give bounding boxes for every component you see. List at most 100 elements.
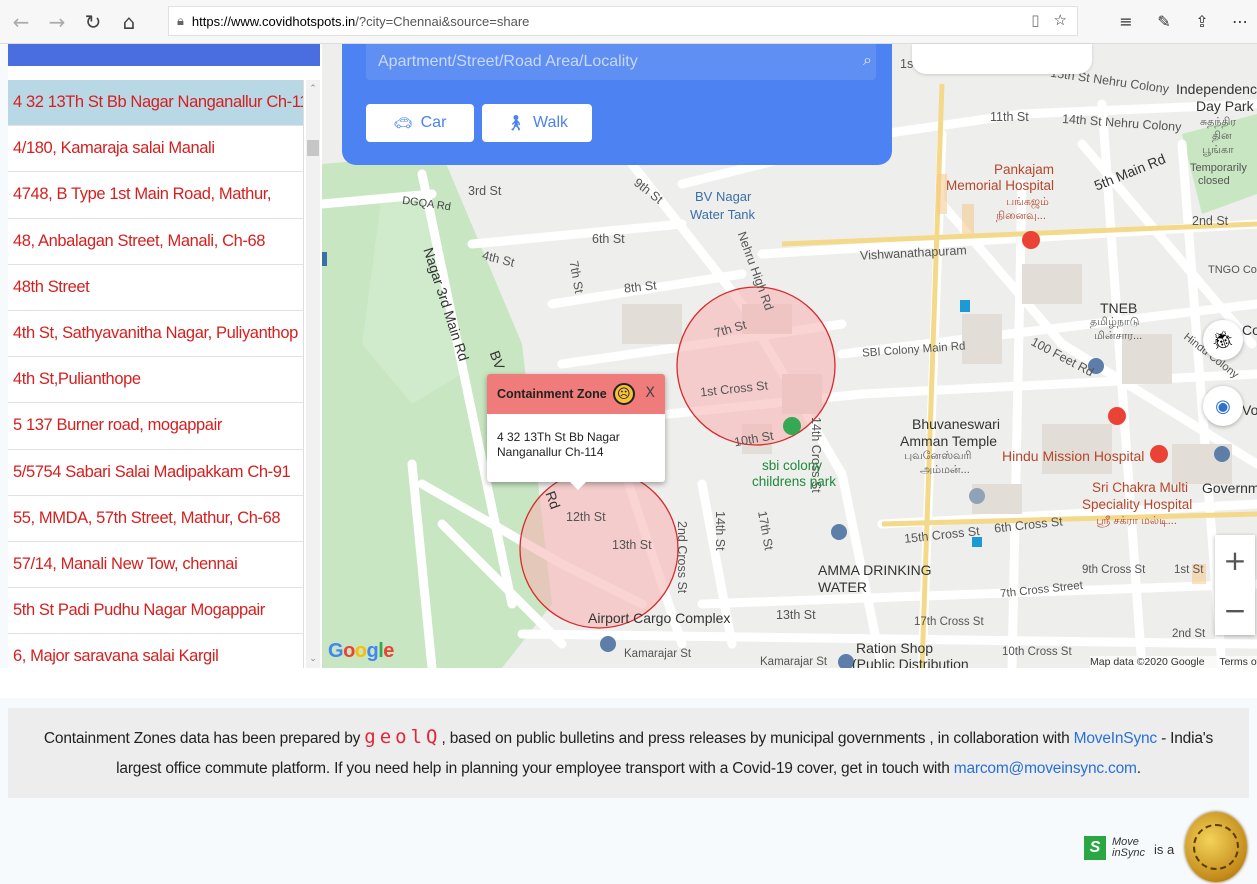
zoom-in-button[interactable]: + [1215, 535, 1255, 585]
location-list-item[interactable]: 48th Street [8, 265, 303, 311]
share-icon[interactable]: ⇪ [1189, 6, 1215, 36]
map-label: 10th Cross St [1002, 646, 1072, 658]
location-list-item[interactable]: 4 32 13Th St Bb Nagar Nanganallur Ch-114 [8, 80, 303, 127]
more-icon[interactable]: ⋯ [1227, 6, 1253, 36]
map-label: TNGO Colo [1208, 264, 1257, 276]
location-list-item[interactable]: 4748, B Type 1st Main Road, Mathur, [8, 172, 303, 219]
map-label: 3rd St [468, 184, 502, 198]
location-list-item[interactable]: 5 137 Burner road, mogappair [8, 403, 303, 450]
map-label: 9th Cross St [1082, 564, 1146, 576]
location-list: 4 32 13Th St Bb Nagar Nanganallur Ch-114… [8, 80, 304, 668]
map-label: Vo [1242, 402, 1257, 418]
map-label: Governm [1202, 480, 1257, 496]
iso-certified-badge [1185, 812, 1247, 882]
moveinsync-logo-mark: S [1084, 836, 1106, 860]
map-label: Pankajam [994, 162, 1055, 177]
map-label: Hindu Mission Hospital [1002, 448, 1145, 464]
pen-icon[interactable]: ✎ [1151, 6, 1177, 36]
lock-icon: 🔒︎ [177, 13, 184, 29]
map-label: 2nd St [1192, 214, 1229, 228]
refresh-icon[interactable]: ↻ [78, 7, 108, 37]
map-label: Ration Shop [856, 640, 934, 656]
walk-mode-button[interactable]: 🚶︎ Walk [482, 104, 592, 142]
map-label: Bhuvaneswari [912, 416, 1000, 432]
popup-address-line1: 4 32 13Th St Bb Nagar [497, 430, 620, 444]
location-list-item[interactable]: 4th St, Sathyavanitha Nagar, Puliyanthop [8, 311, 303, 358]
favorites-list-icon[interactable]: ≡ [1113, 6, 1139, 36]
isa-text: is a [1154, 842, 1175, 857]
url-path: /?city=Chennai&source=share [355, 13, 530, 29]
map-label: 2nd Cross St [675, 521, 689, 594]
walk-icon: 🚶︎ [505, 114, 526, 132]
search-icon[interactable]: ⌕ [863, 50, 872, 70]
location-list-panel: 4 32 13Th St Bb Nagar Nanganallur Ch-114… [8, 44, 322, 668]
map-label: புவனேஸ்வரி [904, 450, 972, 462]
location-list-item[interactable]: 57/14, Manali New Tow, chennai [8, 542, 303, 589]
moveinsync-link[interactable]: MoveInSync [1074, 730, 1157, 747]
content-bottom-band [0, 668, 1257, 698]
walk-label: Walk [533, 114, 568, 131]
location-list-item[interactable]: 48, Anbalagan Street, Manali, Ch-68 [8, 219, 303, 265]
address-bar[interactable]: 🔒︎ https://www.covidhotspots.in/?city=Ch… [168, 6, 1078, 36]
map-label: அம்மன்... [920, 464, 970, 476]
map-label: பூங்கா [1202, 144, 1234, 156]
containment-zone-popup: Containment Zone ☹ X 4 32 13Th St Bb Nag… [487, 374, 665, 490]
reading-view-icon[interactable]: ▯ [1031, 11, 1039, 29]
popup-tail [569, 481, 587, 490]
location-search-input[interactable]: Apartment/Street/Road Area/Locality [366, 44, 876, 80]
location-list-item[interactable]: 4th St,Pulianthope [8, 357, 303, 404]
map-label: 12th St [566, 510, 606, 524]
map-label: மின்சார... [1094, 330, 1143, 342]
back-arrow-icon[interactable]: ← [6, 7, 36, 37]
location-list-item[interactable]: 4/180, Kamaraja salai Manali [8, 126, 303, 173]
scroll-down-icon[interactable]: ⌄ [306, 652, 320, 666]
logo-word-insync: inSync [1112, 847, 1146, 859]
popup-close-button[interactable]: X [645, 385, 655, 401]
car-mode-button[interactable]: 🚗︎ Car [366, 104, 474, 142]
map-label: TNEB [1100, 300, 1138, 316]
map-label: (Public Distribution [852, 656, 969, 668]
footer-credits: Containment Zones data has been prepared… [8, 708, 1249, 798]
map-label: Day Park [1196, 98, 1254, 114]
home-icon[interactable]: ⌂ [114, 7, 144, 37]
location-list-item[interactable]: 55, MMDA, 57th Street, Mathur, Ch-68 [8, 496, 303, 542]
map-label: தின [1212, 130, 1232, 142]
map-label: closed [1198, 175, 1230, 187]
scroll-thumb[interactable] [307, 140, 319, 156]
email-link[interactable]: marcom@moveinsync.com [954, 760, 1137, 777]
map-label: 14th St [713, 511, 727, 551]
terms-link[interactable]: Terms of Us [1219, 656, 1257, 668]
moveinsync-logo[interactable]: S Move inSync [1084, 836, 1145, 860]
geolq-logo[interactable]: geolQ [364, 726, 441, 748]
map-label: sbi colony [762, 458, 823, 473]
map-data-credit: Map data ©2020 Google [1090, 656, 1205, 668]
map-label: 17th Cross St [914, 616, 984, 628]
map-label: சுதந்திர [1200, 116, 1237, 128]
footer-bottom [0, 798, 1257, 884]
map-label: 6th St [592, 232, 625, 246]
my-location-icon[interactable]: ◉ [1203, 386, 1243, 426]
url-host: https://www.covidhotspots.in [191, 13, 356, 29]
list-header-bar [8, 44, 320, 66]
zoom-out-button[interactable]: − [1215, 585, 1255, 635]
map-label: Kamarajar St [760, 656, 828, 668]
zoom-controls: + − [1215, 535, 1255, 635]
forward-arrow-icon[interactable]: → [42, 7, 72, 37]
map-label: Sri Chakra Multi [1092, 480, 1189, 495]
map-label: Independenc [1176, 81, 1257, 97]
location-list-item[interactable]: 5th St Padi Pudhu Nagar Mogappair [8, 588, 303, 635]
location-list-item[interactable]: 6, Major saravana salai Kargil [8, 634, 303, 668]
bug-report-icon[interactable]: 🐞︎ [1203, 320, 1243, 360]
favorite-star-icon[interactable]: ☆ [1054, 11, 1067, 29]
location-list-item[interactable]: 5/5754 Sabari Salai Madipakkam Ch-91 [8, 450, 303, 496]
list-scrollbar[interactable]: ⌃ ⌄ [306, 80, 320, 668]
map-label: Memorial Hospital [946, 178, 1055, 193]
footer-end: . [1136, 760, 1141, 777]
directions-panel: Apartment/Street/Road Area/Locality ⌕ 🚗︎… [342, 44, 892, 165]
scroll-up-icon[interactable]: ⌃ [306, 82, 320, 96]
map-label: 1st St [1174, 564, 1204, 576]
car-label: Car [420, 114, 447, 131]
map-label: Temporarily [1190, 162, 1247, 174]
map-top-card [912, 44, 1092, 74]
popup-address-line2: Nanganallur Ch-114 [497, 445, 604, 459]
